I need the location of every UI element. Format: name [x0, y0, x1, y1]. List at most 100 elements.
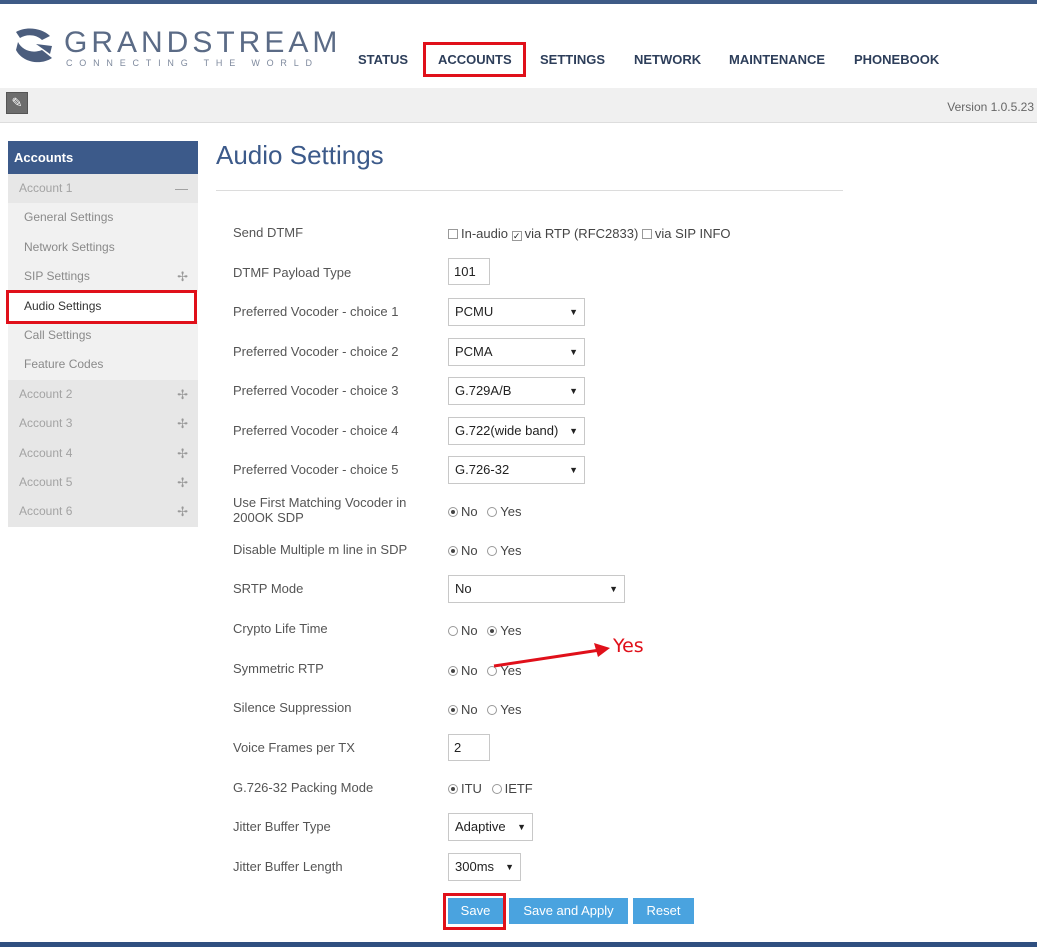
sidebar-account-label: Account 4 [19, 445, 73, 460]
nav-settings[interactable]: SETTINGS [540, 52, 605, 67]
vocoder2-select[interactable]: PCMA ▼ [448, 338, 585, 366]
packing-itu-radio[interactable] [448, 784, 458, 794]
multi-m-radios: No Yes [448, 543, 521, 558]
dtmf-sipinfo-checkbox[interactable] [641, 229, 652, 239]
radio-label: IETF [504, 781, 533, 796]
sidebar-item-call-settings[interactable]: Call Settings [8, 320, 198, 351]
first-match-label-line1: Use First Matching Vocoder in [233, 495, 407, 510]
sidebar-account-6[interactable]: Account 6 ✢ [8, 497, 198, 527]
dtmf-payload-input[interactable]: 101 [448, 258, 490, 285]
logo-tagline: CONNECTING THE WORLD [66, 58, 319, 68]
symmetric-no-radio[interactable] [448, 666, 458, 676]
dtmf-inaudio-checkbox[interactable] [448, 229, 458, 239]
vocoder5-select[interactable]: G.726-32 ▼ [448, 456, 585, 484]
srtp-value: No [455, 581, 472, 596]
crypto-radios: No Yes [448, 623, 521, 638]
save-highlight-box [443, 893, 506, 930]
nav-status[interactable]: STATUS [358, 52, 408, 67]
crypto-no-radio[interactable] [448, 626, 458, 636]
top-border [0, 0, 1037, 4]
jitter-type-value: Adaptive [455, 819, 506, 834]
radio-label: Yes [500, 543, 522, 558]
save-and-apply-button[interactable]: Save and Apply [509, 898, 628, 924]
annotation-text: Yes [613, 635, 644, 657]
chevron-down-icon: ▼ [609, 584, 618, 594]
reset-button[interactable]: Reset [633, 898, 694, 924]
multi-m-yes-radio[interactable] [487, 546, 498, 556]
collapse-icon[interactable]: — [175, 174, 188, 203]
silence-no-radio[interactable] [448, 705, 458, 715]
sidebar-account-2[interactable]: Account 2 ✢ [8, 379, 198, 410]
sidebar-account-label: Account 1 [19, 181, 73, 195]
srtp-select[interactable]: No ▼ [448, 575, 625, 603]
radio-label: No [461, 504, 478, 519]
multi-m-label: Disable Multiple m line in SDP [233, 542, 408, 557]
sidebar-item-network-settings[interactable]: Network Settings [8, 232, 198, 263]
voice-frames-label: Voice Frames per TX [233, 740, 355, 755]
chevron-down-icon: ▼ [517, 822, 526, 832]
expand-icon[interactable]: ✢ [177, 468, 188, 497]
dtmf-inaudio-label: In-audio [461, 226, 508, 241]
chevron-down-icon: ▼ [569, 307, 578, 317]
voice-frames-input[interactable]: 2 [448, 734, 490, 761]
toolbar: ✎ Version 1.0.5.23 [0, 88, 1037, 123]
vocoder2-label: Preferred Vocoder - choice 2 [233, 344, 399, 359]
sidebar-account-5[interactable]: Account 5 ✢ [8, 467, 198, 498]
sidebar-item-sip-settings[interactable]: SIP Settings ✢ [8, 262, 198, 292]
sidebar-account-1[interactable]: Account 1 — [8, 174, 198, 204]
dtmf-payload-label: DTMF Payload Type [233, 265, 352, 280]
chevron-down-icon: ▼ [569, 426, 578, 436]
expand-icon[interactable]: ✢ [177, 409, 188, 438]
silence-radios: No Yes [448, 702, 521, 717]
multi-m-no-radio[interactable] [448, 546, 458, 556]
sidebar: Accounts Account 1 — General Settings Ne… [8, 141, 198, 527]
vocoder4-select[interactable]: G.722(wide band) ▼ [448, 417, 585, 445]
vocoder3-value: G.729A/B [455, 383, 512, 398]
nav-network[interactable]: NETWORK [634, 52, 701, 67]
vocoder4-value: G.722(wide band) [455, 423, 559, 438]
first-match-radios: No Yes [448, 504, 521, 519]
first-match-yes-radio[interactable] [487, 507, 498, 517]
vocoder3-select[interactable]: G.729A/B ▼ [448, 377, 585, 405]
jitter-type-select[interactable]: Adaptive ▼ [448, 813, 533, 841]
sidebar-item-feature-codes[interactable]: Feature Codes [8, 350, 198, 380]
jitter-type-label: Jitter Buffer Type [233, 819, 331, 834]
chevron-down-icon: ▼ [569, 347, 578, 357]
first-match-no-radio[interactable] [448, 507, 458, 517]
grandstream-logo: GRANDSTREAM CONNECTING THE WORLD [12, 24, 337, 74]
radio-label: No [461, 623, 478, 638]
vocoder1-select[interactable]: PCMU ▼ [448, 298, 585, 326]
sidebar-account-4[interactable]: Account 4 ✢ [8, 438, 198, 468]
nav-phonebook[interactable]: PHONEBOOK [854, 52, 939, 67]
crypto-label: Crypto Life Time [233, 621, 328, 636]
packing-radios: ITU IETF [448, 781, 533, 796]
expand-icon[interactable]: ✢ [177, 439, 188, 468]
sidebar-item-general-settings[interactable]: General Settings [8, 203, 198, 233]
silence-yes-radio[interactable] [487, 705, 498, 715]
radio-label: No [461, 702, 478, 717]
sidebar-item-label: SIP Settings [24, 269, 90, 284]
sidebar-account-3[interactable]: Account 3 ✢ [8, 409, 198, 439]
radio-label: Yes [500, 702, 522, 717]
grandstream-logo-icon [16, 28, 52, 63]
jitter-length-select[interactable]: 300ms ▼ [448, 853, 521, 881]
sidebar-account-label: Account 2 [19, 386, 73, 401]
annotation-arrow-icon [493, 643, 610, 668]
sidebar-header: Accounts [8, 141, 198, 174]
title-divider [216, 190, 843, 191]
dtmf-rtp-checkbox[interactable]: ✓ [511, 231, 522, 241]
vocoder5-value: G.726-32 [455, 462, 510, 477]
vocoder3-label: Preferred Vocoder - choice 3 [233, 383, 399, 398]
edit-icon[interactable]: ✎ [6, 92, 28, 114]
packing-ietf-radio[interactable] [491, 784, 502, 794]
version-label: Version 1.0.5.23 [947, 100, 1034, 114]
audio-settings-highlight-box [6, 290, 197, 324]
radio-label: No [461, 663, 478, 678]
expand-icon[interactable]: ✢ [177, 262, 188, 291]
first-match-label-line2: 200OK SDP [233, 510, 304, 525]
expand-icon[interactable]: ✢ [177, 380, 188, 409]
crypto-yes-radio[interactable] [487, 626, 498, 636]
expand-icon[interactable]: ✢ [177, 497, 188, 526]
nav-maintenance[interactable]: MAINTENANCE [729, 52, 825, 67]
silence-label: Silence Suppression [233, 700, 352, 715]
